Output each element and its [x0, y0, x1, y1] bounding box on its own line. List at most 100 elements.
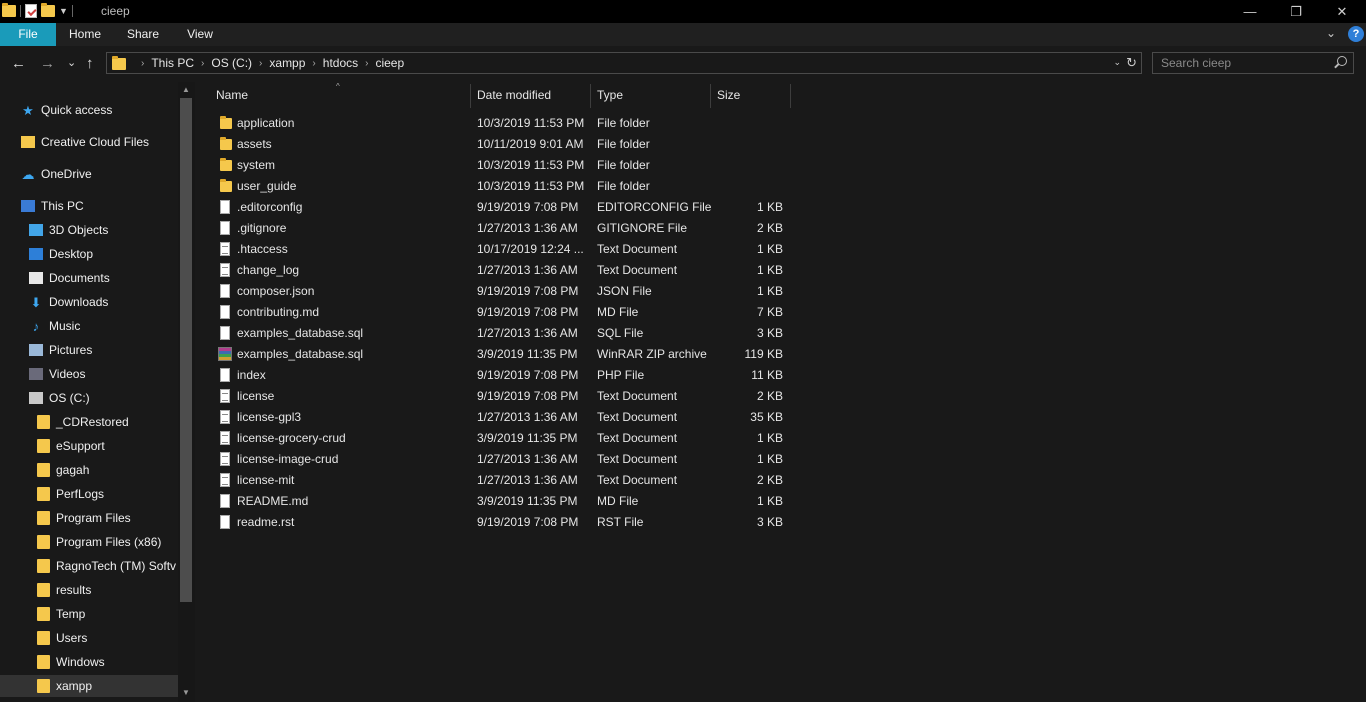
file-name: system	[237, 158, 276, 172]
breadcrumb-separator[interactable]: ›	[312, 58, 315, 69]
sidebar-item-windows[interactable]: Windows	[37, 651, 178, 673]
file-row[interactable]: license 9/19/2019 7:08 PM Text Document 2 K…	[210, 386, 790, 407]
file-row[interactable]: composer.json 9/19/2019 7:08 PM JSON File 1…	[210, 281, 790, 302]
minimize-button[interactable]: —	[1227, 0, 1273, 23]
navigation-scrollbar[interactable]: ▲ ▼	[178, 82, 195, 702]
sidebar-item-os-c[interactable]: OS (C:)	[29, 387, 178, 409]
file-row[interactable]: examples_database.sql 1/27/2013 1:36 AM SQ…	[210, 323, 790, 344]
file-date-modified: 1/27/2013 1:36 AM	[477, 263, 578, 277]
file-row[interactable]: examples_database.sql 3/9/2019 11:35 PM Wi…	[210, 344, 790, 365]
sidebar-item-3d-objects[interactable]: 3D Objects	[29, 219, 178, 241]
folder-icon	[37, 487, 50, 501]
sidebar-item-onedrive[interactable]: ☁ OneDrive	[21, 163, 178, 185]
sidebar-item-gagah[interactable]: gagah	[37, 459, 178, 481]
file-size	[717, 176, 783, 197]
refresh-icon[interactable]: ↻	[1126, 55, 1137, 71]
sidebar-item-label: PerfLogs	[56, 487, 105, 501]
up-button[interactable]: ↑	[86, 55, 94, 72]
breadcrumb-htdocs[interactable]: htdocs	[323, 56, 358, 70]
column-separator[interactable]	[790, 84, 791, 108]
file-row[interactable]: .gitignore 1/27/2013 1:36 AM GITIGNORE Fil…	[210, 218, 790, 239]
help-icon[interactable]: ?	[1348, 26, 1364, 42]
recent-locations-button[interactable]: ⌄	[67, 56, 76, 69]
file-row[interactable]: index 9/19/2019 7:08 PM PHP File 11 KB	[210, 365, 790, 386]
file-row[interactable]: user_guide 10/3/2019 11:53 PM File folder	[210, 176, 790, 197]
column-separator[interactable]	[710, 84, 711, 108]
sidebar-item-program-files[interactable]: Program Files	[37, 507, 178, 529]
sidebar-item-ragnotech-tm-softv[interactable]: RagnoTech (TM) Softv	[37, 555, 178, 577]
folder-icon	[220, 137, 232, 150]
column-separator[interactable]	[590, 84, 591, 108]
scroll-down-icon[interactable]: ▼	[182, 688, 190, 697]
file-row[interactable]: application 10/3/2019 11:53 PM File folder	[210, 113, 790, 134]
file-row[interactable]: license-grocery-crud 3/9/2019 11:35 PM Tex…	[210, 428, 790, 449]
scroll-up-icon[interactable]: ▲	[182, 85, 190, 94]
file-date-modified: 9/19/2019 7:08 PM	[477, 305, 579, 319]
address-bar[interactable]: › This PC › OS (C:) › xampp › htdocs › c…	[106, 52, 1142, 74]
file-row[interactable]: license-image-crud 1/27/2013 1:36 AM Text …	[210, 449, 790, 470]
sidebar-item-xampp[interactable]: xampp	[0, 675, 178, 697]
file-size: 1 KB	[756, 494, 783, 508]
customize-toolbar-icon[interactable]: ▼	[59, 6, 68, 16]
sidebar-item-this-pc[interactable]: This PC	[21, 195, 178, 217]
column-header-date-modified[interactable]: Date modified	[477, 84, 589, 106]
file-row[interactable]: license-mit 1/27/2013 1:36 AM Text Documen…	[210, 470, 790, 491]
folder-icon	[37, 631, 50, 645]
file-row[interactable]: .editorconfig 9/19/2019 7:08 PM EDITORCONF…	[210, 197, 790, 218]
sidebar-item-creative-cloud-files[interactable]: Creative Cloud Files	[21, 131, 178, 153]
sidebar-item-results[interactable]: results	[37, 579, 178, 601]
maximize-button[interactable]: ❐	[1273, 0, 1319, 23]
sidebar-item-music[interactable]: ♪ Music	[29, 315, 178, 337]
sidebar-item-temp[interactable]: Temp	[37, 603, 178, 625]
column-header-type[interactable]: Type	[597, 84, 707, 106]
file-row[interactable]: change_log 1/27/2013 1:36 AM Text Document…	[210, 260, 790, 281]
tab-share[interactable]: Share	[118, 23, 168, 46]
file-row[interactable]: contributing.md 9/19/2019 7:08 PM MD File 7…	[210, 302, 790, 323]
file-row[interactable]: README.md 3/9/2019 11:35 PM MD File 1 KB	[210, 491, 790, 512]
sidebar-item-users[interactable]: Users	[37, 627, 178, 649]
properties-icon[interactable]	[25, 4, 37, 18]
sidebar-item-program-files-x86[interactable]: Program Files (x86)	[37, 531, 178, 553]
sidebar-item-esupport[interactable]: eSupport	[37, 435, 178, 457]
sidebar-item-documents[interactable]: Documents	[29, 267, 178, 289]
breadcrumb-separator[interactable]: ›	[201, 58, 204, 69]
column-separator[interactable]	[470, 84, 471, 108]
breadcrumb-separator[interactable]: ›	[259, 58, 262, 69]
tab-view[interactable]: View	[176, 23, 224, 46]
file-row[interactable]: readme.rst 9/19/2019 7:08 PM RST File 3 KB	[210, 512, 790, 533]
file-row[interactable]: license-gpl3 1/27/2013 1:36 AM Text Docume…	[210, 407, 790, 428]
close-button[interactable]: ✕	[1319, 0, 1365, 23]
text-document-icon	[220, 263, 230, 277]
ribbon-collapse-icon[interactable]: ⌄	[1326, 26, 1336, 40]
sidebar-item-cdrestored[interactable]: _CDRestored	[37, 411, 178, 433]
tab-home[interactable]: Home	[60, 23, 110, 46]
file-row[interactable]: system 10/3/2019 11:53 PM File folder	[210, 155, 790, 176]
folder-icon	[37, 439, 50, 453]
back-button[interactable]: ←	[11, 55, 26, 72]
search-icon[interactable]	[1337, 56, 1347, 66]
address-dropdown-icon[interactable]: ⌄	[1113, 57, 1121, 68]
search-input[interactable]	[1161, 56, 1321, 70]
file-row[interactable]: .htaccess 10/17/2019 12:24 ... Text Docume…	[210, 239, 790, 260]
tab-file[interactable]: File	[0, 23, 56, 46]
breadcrumb-separator[interactable]: ›	[141, 58, 144, 69]
breadcrumb-this-pc[interactable]: This PC	[151, 56, 194, 70]
breadcrumb-cieep[interactable]: cieep	[375, 56, 404, 70]
file-date-modified: 9/19/2019 7:08 PM	[477, 200, 579, 214]
forward-button[interactable]: →	[40, 55, 55, 72]
sidebar-item-downloads[interactable]: ⬇ Downloads	[29, 291, 178, 313]
file-row[interactable]: assets 10/11/2019 9:01 AM File folder	[210, 134, 790, 155]
column-header-size[interactable]: Size	[717, 84, 787, 106]
column-header-name[interactable]: Name	[216, 84, 466, 106]
breadcrumb-xampp[interactable]: xampp	[269, 56, 305, 70]
new-folder-icon[interactable]	[41, 3, 55, 17]
sidebar-item-perflogs[interactable]: PerfLogs	[37, 483, 178, 505]
breadcrumb-os-c[interactable]: OS (C:)	[211, 56, 252, 70]
sidebar-item-quick-access[interactable]: ★ Quick access	[21, 99, 178, 121]
sidebar-item-pictures[interactable]: Pictures	[29, 339, 178, 361]
sidebar-item-desktop[interactable]: Desktop	[29, 243, 178, 265]
scrollbar-thumb[interactable]	[180, 98, 192, 602]
file-name: assets	[237, 137, 272, 151]
sidebar-item-videos[interactable]: Videos	[29, 363, 178, 385]
breadcrumb-separator[interactable]: ›	[365, 58, 368, 69]
